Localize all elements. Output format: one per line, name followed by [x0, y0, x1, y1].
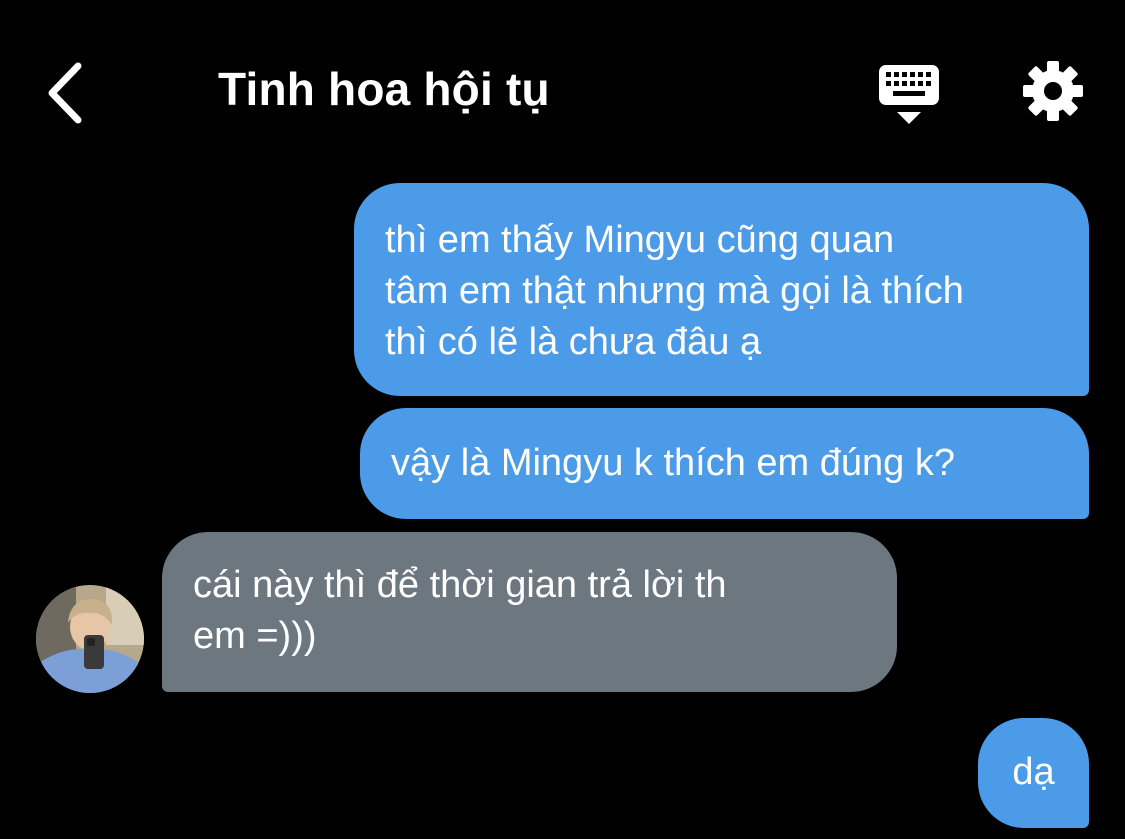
- keyboard-button[interactable]: [876, 62, 942, 128]
- chevron-left-icon: [48, 62, 82, 124]
- gear-icon: [1023, 61, 1083, 121]
- message-bubble-sent[interactable]: vậy là Mingyu k thích em đúng k?: [360, 408, 1089, 519]
- message-bubble-received[interactable]: cái này thì để thời gian trả lời th em =…: [162, 532, 897, 692]
- avatar-photo: [36, 585, 144, 693]
- message-bubble-sent[interactable]: dạ: [978, 718, 1089, 828]
- chat-title: Tinh hoa hội tụ: [218, 63, 550, 115]
- chat-header: Tinh hoa hội tụ: [0, 0, 1125, 170]
- settings-button[interactable]: [1022, 60, 1084, 122]
- message-bubble-sent[interactable]: thì em thấy Mingyu cũng quan tâm em thật…: [354, 183, 1089, 396]
- back-button[interactable]: [40, 58, 100, 128]
- keyboard-icon: [879, 65, 939, 124]
- contact-avatar[interactable]: [36, 585, 144, 693]
